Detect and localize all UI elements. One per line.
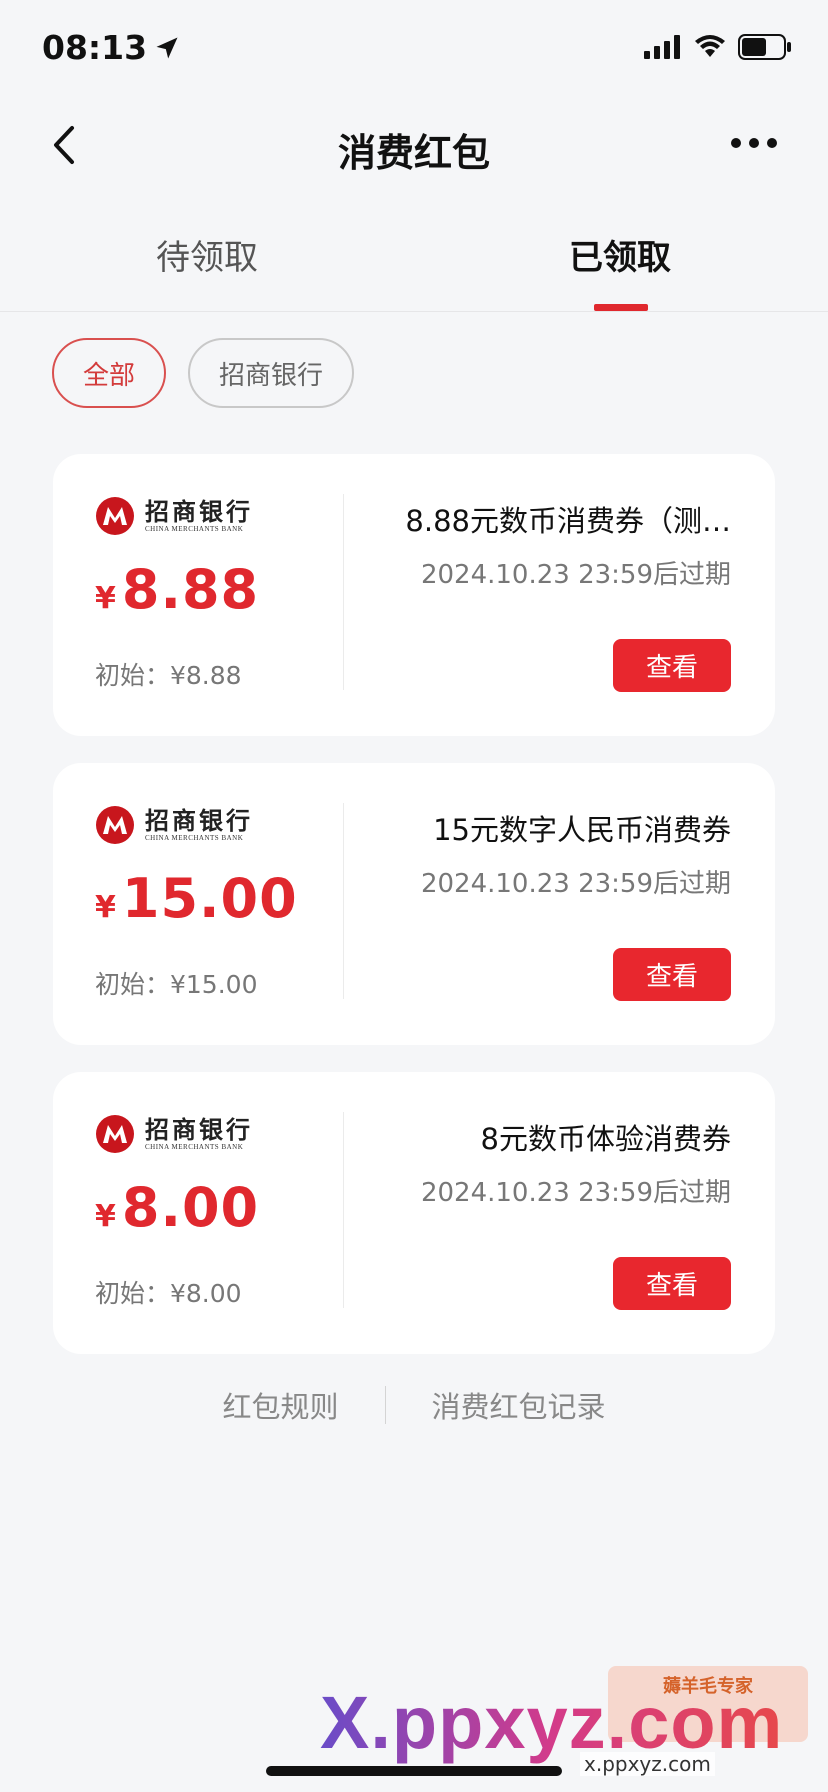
- currency-symbol: ¥: [95, 581, 116, 616]
- expire-text: 2024.10.23 23:59后过期: [420, 869, 731, 899]
- filter-chip-cmb[interactable]: 招商银行: [188, 338, 354, 408]
- rules-link[interactable]: 红包规则: [222, 1384, 338, 1426]
- wifi-icon: [695, 35, 725, 57]
- cellular-signal-icon: [644, 35, 680, 59]
- location-arrow-icon: [156, 37, 178, 58]
- battery-icon: [738, 34, 791, 60]
- voucher-amount: ¥ 8.88: [95, 558, 259, 621]
- home-indicator: [266, 1766, 562, 1776]
- bank-name-en: CHINA MERCHANTS BANK: [145, 524, 244, 533]
- voucher-amount: ¥ 8.00: [95, 1176, 259, 1239]
- expire-text: 2024.10.23 23:59后过期: [420, 560, 731, 590]
- status-bar: 08:13: [0, 0, 828, 100]
- footer-divider: [384, 1386, 386, 1424]
- currency-symbol: ¥: [95, 890, 116, 925]
- voucher-card: 招商银行 CHINA MERCHANTS BANK ¥ 8.88 初始：¥8.8…: [53, 454, 775, 736]
- status-icons: [644, 34, 792, 60]
- tab-pending[interactable]: 待领取: [57, 230, 357, 279]
- view-button[interactable]: 查看: [613, 639, 731, 692]
- bank-logo: 招商银行 CHINA MERCHANTS BANK: [95, 496, 253, 536]
- voucher-card: 招商银行 CHINA MERCHANTS BANK ¥ 8.00 初始：¥8.0…: [53, 1072, 775, 1354]
- watermark-url: x.ppxyz.com: [580, 1752, 715, 1776]
- view-button[interactable]: 查看: [613, 948, 731, 1001]
- cmb-logo-icon: [96, 806, 134, 844]
- tab-received[interactable]: 已领取: [470, 230, 770, 279]
- bank-name-en: CHINA MERCHANTS BANK: [145, 833, 244, 842]
- filter-bar: 全部 招商银行: [52, 338, 354, 408]
- footer-links: 红包规则 消费红包记录: [0, 1384, 828, 1426]
- card-divider: [343, 494, 344, 690]
- bank-name-cn: 招商银行: [145, 1114, 253, 1144]
- tab-bar: 待领取 已领取: [0, 200, 828, 312]
- initial-amount: 初始：¥8.00: [95, 1279, 242, 1308]
- voucher-title: 15元数字人民币消费券: [433, 813, 731, 847]
- cmb-logo-icon: [96, 1115, 134, 1153]
- currency-symbol: ¥: [95, 1199, 116, 1234]
- initial-amount: 初始：¥8.88: [95, 661, 242, 690]
- amount-value: 8.88: [121, 558, 260, 621]
- bank-name-cn: 招商银行: [145, 496, 253, 526]
- voucher-card: 招商银行 CHINA MERCHANTS BANK ¥ 15.00 初始：¥15…: [53, 763, 775, 1045]
- expire-text: 2024.10.23 23:59后过期: [420, 1178, 731, 1208]
- bank-name-cn: 招商银行: [145, 805, 253, 835]
- nav-bar: 消费红包: [0, 100, 828, 190]
- bank-name-en: CHINA MERCHANTS BANK: [145, 1142, 244, 1151]
- card-divider: [343, 1112, 344, 1308]
- voucher-amount: ¥ 15.00: [95, 867, 298, 930]
- initial-amount: 初始：¥15.00: [95, 970, 258, 999]
- amount-value: 15.00: [121, 867, 298, 930]
- filter-chip-all[interactable]: 全部: [52, 338, 166, 408]
- view-button[interactable]: 查看: [613, 1257, 731, 1310]
- voucher-title: 8.88元数币消费券（测…: [405, 504, 731, 538]
- card-divider: [343, 803, 344, 999]
- bank-logo: 招商银行 CHINA MERCHANTS BANK: [95, 1114, 253, 1154]
- more-options-icon[interactable]: [730, 128, 778, 158]
- cmb-logo-icon: [96, 497, 134, 535]
- time-text: 08:13: [42, 28, 148, 67]
- amount-value: 8.00: [121, 1176, 260, 1239]
- page-title: 消费红包: [337, 131, 490, 175]
- active-tab-indicator: [594, 304, 648, 311]
- status-time: 08:13: [42, 28, 181, 67]
- bank-logo: 招商银行 CHINA MERCHANTS BANK: [95, 805, 253, 845]
- voucher-title: 8元数币体验消费券: [480, 1122, 731, 1156]
- records-link[interactable]: 消费红包记录: [432, 1384, 606, 1426]
